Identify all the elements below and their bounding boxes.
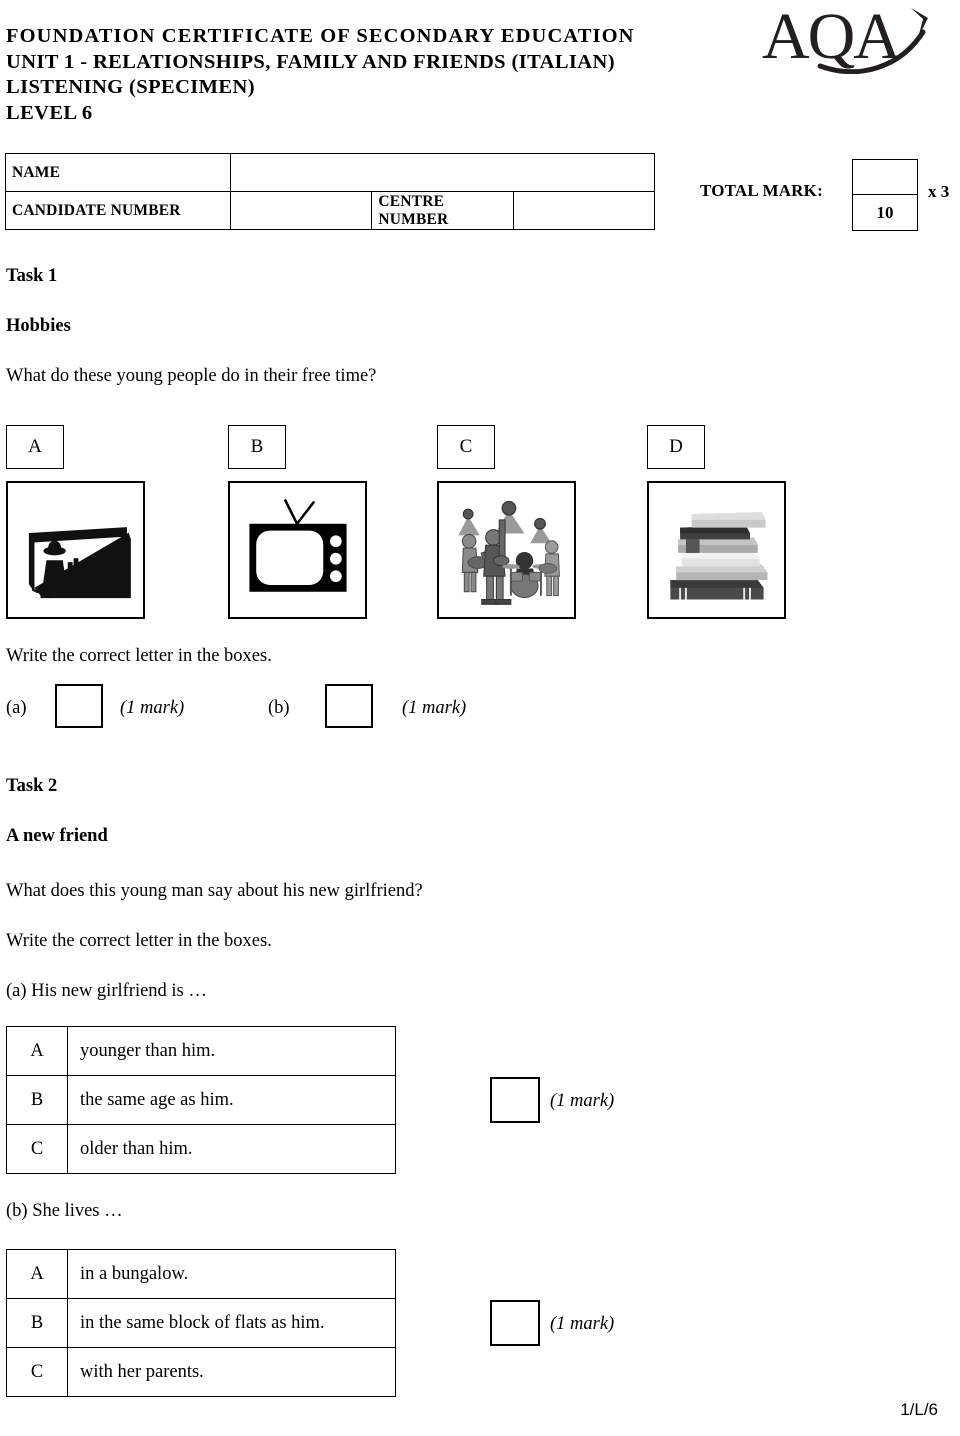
option-text: younger than him. <box>67 1026 396 1076</box>
option-letter: B <box>6 1298 68 1348</box>
exam-title-line-1: FOUNDATION CERTIFICATE OF SECONDARY EDUC… <box>6 25 635 47</box>
task1-question: What do these young people do in their f… <box>6 366 377 386</box>
option-text: the same age as him. <box>67 1075 396 1125</box>
table-row: B in the same block of flats as him. <box>6 1298 396 1348</box>
task2-topic: A new friend <box>6 826 108 846</box>
picture-box-d <box>647 481 786 619</box>
candidate-details-table: NAME CANDIDATE NUMBER CENTRE NUMBER <box>5 153 656 230</box>
table-row: C older than him. <box>6 1124 396 1174</box>
task2-instruction: Write the correct letter in the boxes. <box>6 931 272 951</box>
task1-answer-label-b: (b) <box>268 698 290 718</box>
name-label: NAME <box>5 153 231 192</box>
television-picture <box>249 499 347 592</box>
centre-number-label: CENTRE NUMBER <box>371 191 514 230</box>
total-mark-multiplier: x 3 <box>928 182 950 201</box>
total-mark-box: 10 <box>852 159 918 231</box>
candidate-number-label: CANDIDATE NUMBER <box>5 191 231 230</box>
centre-number-input[interactable] <box>512 191 656 230</box>
task2-label: Task 2 <box>6 776 58 796</box>
exam-title-line-4: LEVEL 6 <box>6 101 93 124</box>
task2-part-b-stem: (b) She lives … <box>6 1201 123 1221</box>
option-letter: A <box>6 1026 68 1076</box>
table-row-name: NAME <box>5 153 655 192</box>
total-mark-max-value: 10 <box>876 202 894 222</box>
task2-question: What does this young man say about his n… <box>6 881 423 901</box>
option-text: in the same block of flats as him. <box>67 1298 396 1348</box>
table-row-numbers: CANDIDATE NUMBER CENTRE NUMBER <box>5 191 656 230</box>
task1-mark-b: (1 mark) <box>402 698 467 718</box>
aqa-logo: AQA <box>760 0 950 75</box>
name-input[interactable] <box>230 153 655 192</box>
total-mark-label: TOTAL MARK: <box>700 181 823 200</box>
task2-answer-box-a[interactable] <box>490 1077 540 1123</box>
rock-band-picture <box>458 500 560 605</box>
option-text: in a bungalow. <box>67 1249 396 1299</box>
cinema-screen-picture <box>28 527 131 599</box>
table-row: C with her parents. <box>6 1347 396 1397</box>
total-mark-entry-field[interactable] <box>853 160 917 195</box>
picture-letter-box-d: D <box>647 425 705 469</box>
task2-part-b-options-table: A in a bungalow. B in the same block of … <box>6 1249 396 1397</box>
picture-box-c <box>437 481 576 619</box>
picture-letter-box-c: C <box>437 425 495 469</box>
candidate-number-input[interactable] <box>229 191 373 230</box>
task2-mark-b: (1 mark) <box>550 1314 615 1334</box>
task1-answer-box-a[interactable] <box>55 684 103 728</box>
exam-header: FOUNDATION CERTIFICATE OF SECONDARY EDUC… <box>6 24 766 126</box>
task1-mark-a: (1 mark) <box>120 698 185 718</box>
exam-title-line-3: LISTENING (SPECIMEN) <box>6 76 255 98</box>
option-text: older than him. <box>67 1124 396 1174</box>
table-row: B the same age as him. <box>6 1075 396 1125</box>
picture-box-a <box>6 481 145 619</box>
task1-label: Task 1 <box>6 266 58 286</box>
task2-mark-a: (1 mark) <box>550 1091 615 1111</box>
task2-answer-box-b[interactable] <box>490 1300 540 1346</box>
option-text: with her parents. <box>67 1347 396 1397</box>
picture-letter-b: B <box>250 436 264 457</box>
total-mark-block: TOTAL MARK: 10 x 3 <box>700 155 950 235</box>
page-footer-code: 1/L/6 <box>900 1400 938 1419</box>
book-stack-picture <box>670 512 768 600</box>
svg-text:AQA: AQA <box>762 2 901 73</box>
picture-letter-c: C <box>459 436 473 457</box>
task1-answer-box-b[interactable] <box>325 684 373 728</box>
task1-topic: Hobbies <box>6 316 71 336</box>
picture-letter-box-a: A <box>6 425 64 469</box>
picture-letter-a: A <box>28 436 42 457</box>
picture-letter-d: D <box>669 436 683 457</box>
option-letter: A <box>6 1249 68 1299</box>
picture-box-b <box>228 481 367 619</box>
option-letter: B <box>6 1075 68 1125</box>
task2-part-a-options-table: A younger than him. B the same age as hi… <box>6 1026 396 1174</box>
task1-answer-label-a: (a) <box>6 698 27 718</box>
task2-part-a-stem: (a) His new girlfriend is … <box>6 981 207 1001</box>
exam-title-line-2: UNIT 1 - RELATIONSHIPS, FAMILY AND FRIEN… <box>6 50 615 73</box>
option-letter: C <box>6 1347 68 1397</box>
table-row: A younger than him. <box>6 1026 396 1076</box>
option-letter: C <box>6 1124 68 1174</box>
task1-instruction: Write the correct letter in the boxes. <box>6 646 272 666</box>
picture-letter-box-b: B <box>228 425 286 469</box>
table-row: A in a bungalow. <box>6 1249 396 1299</box>
